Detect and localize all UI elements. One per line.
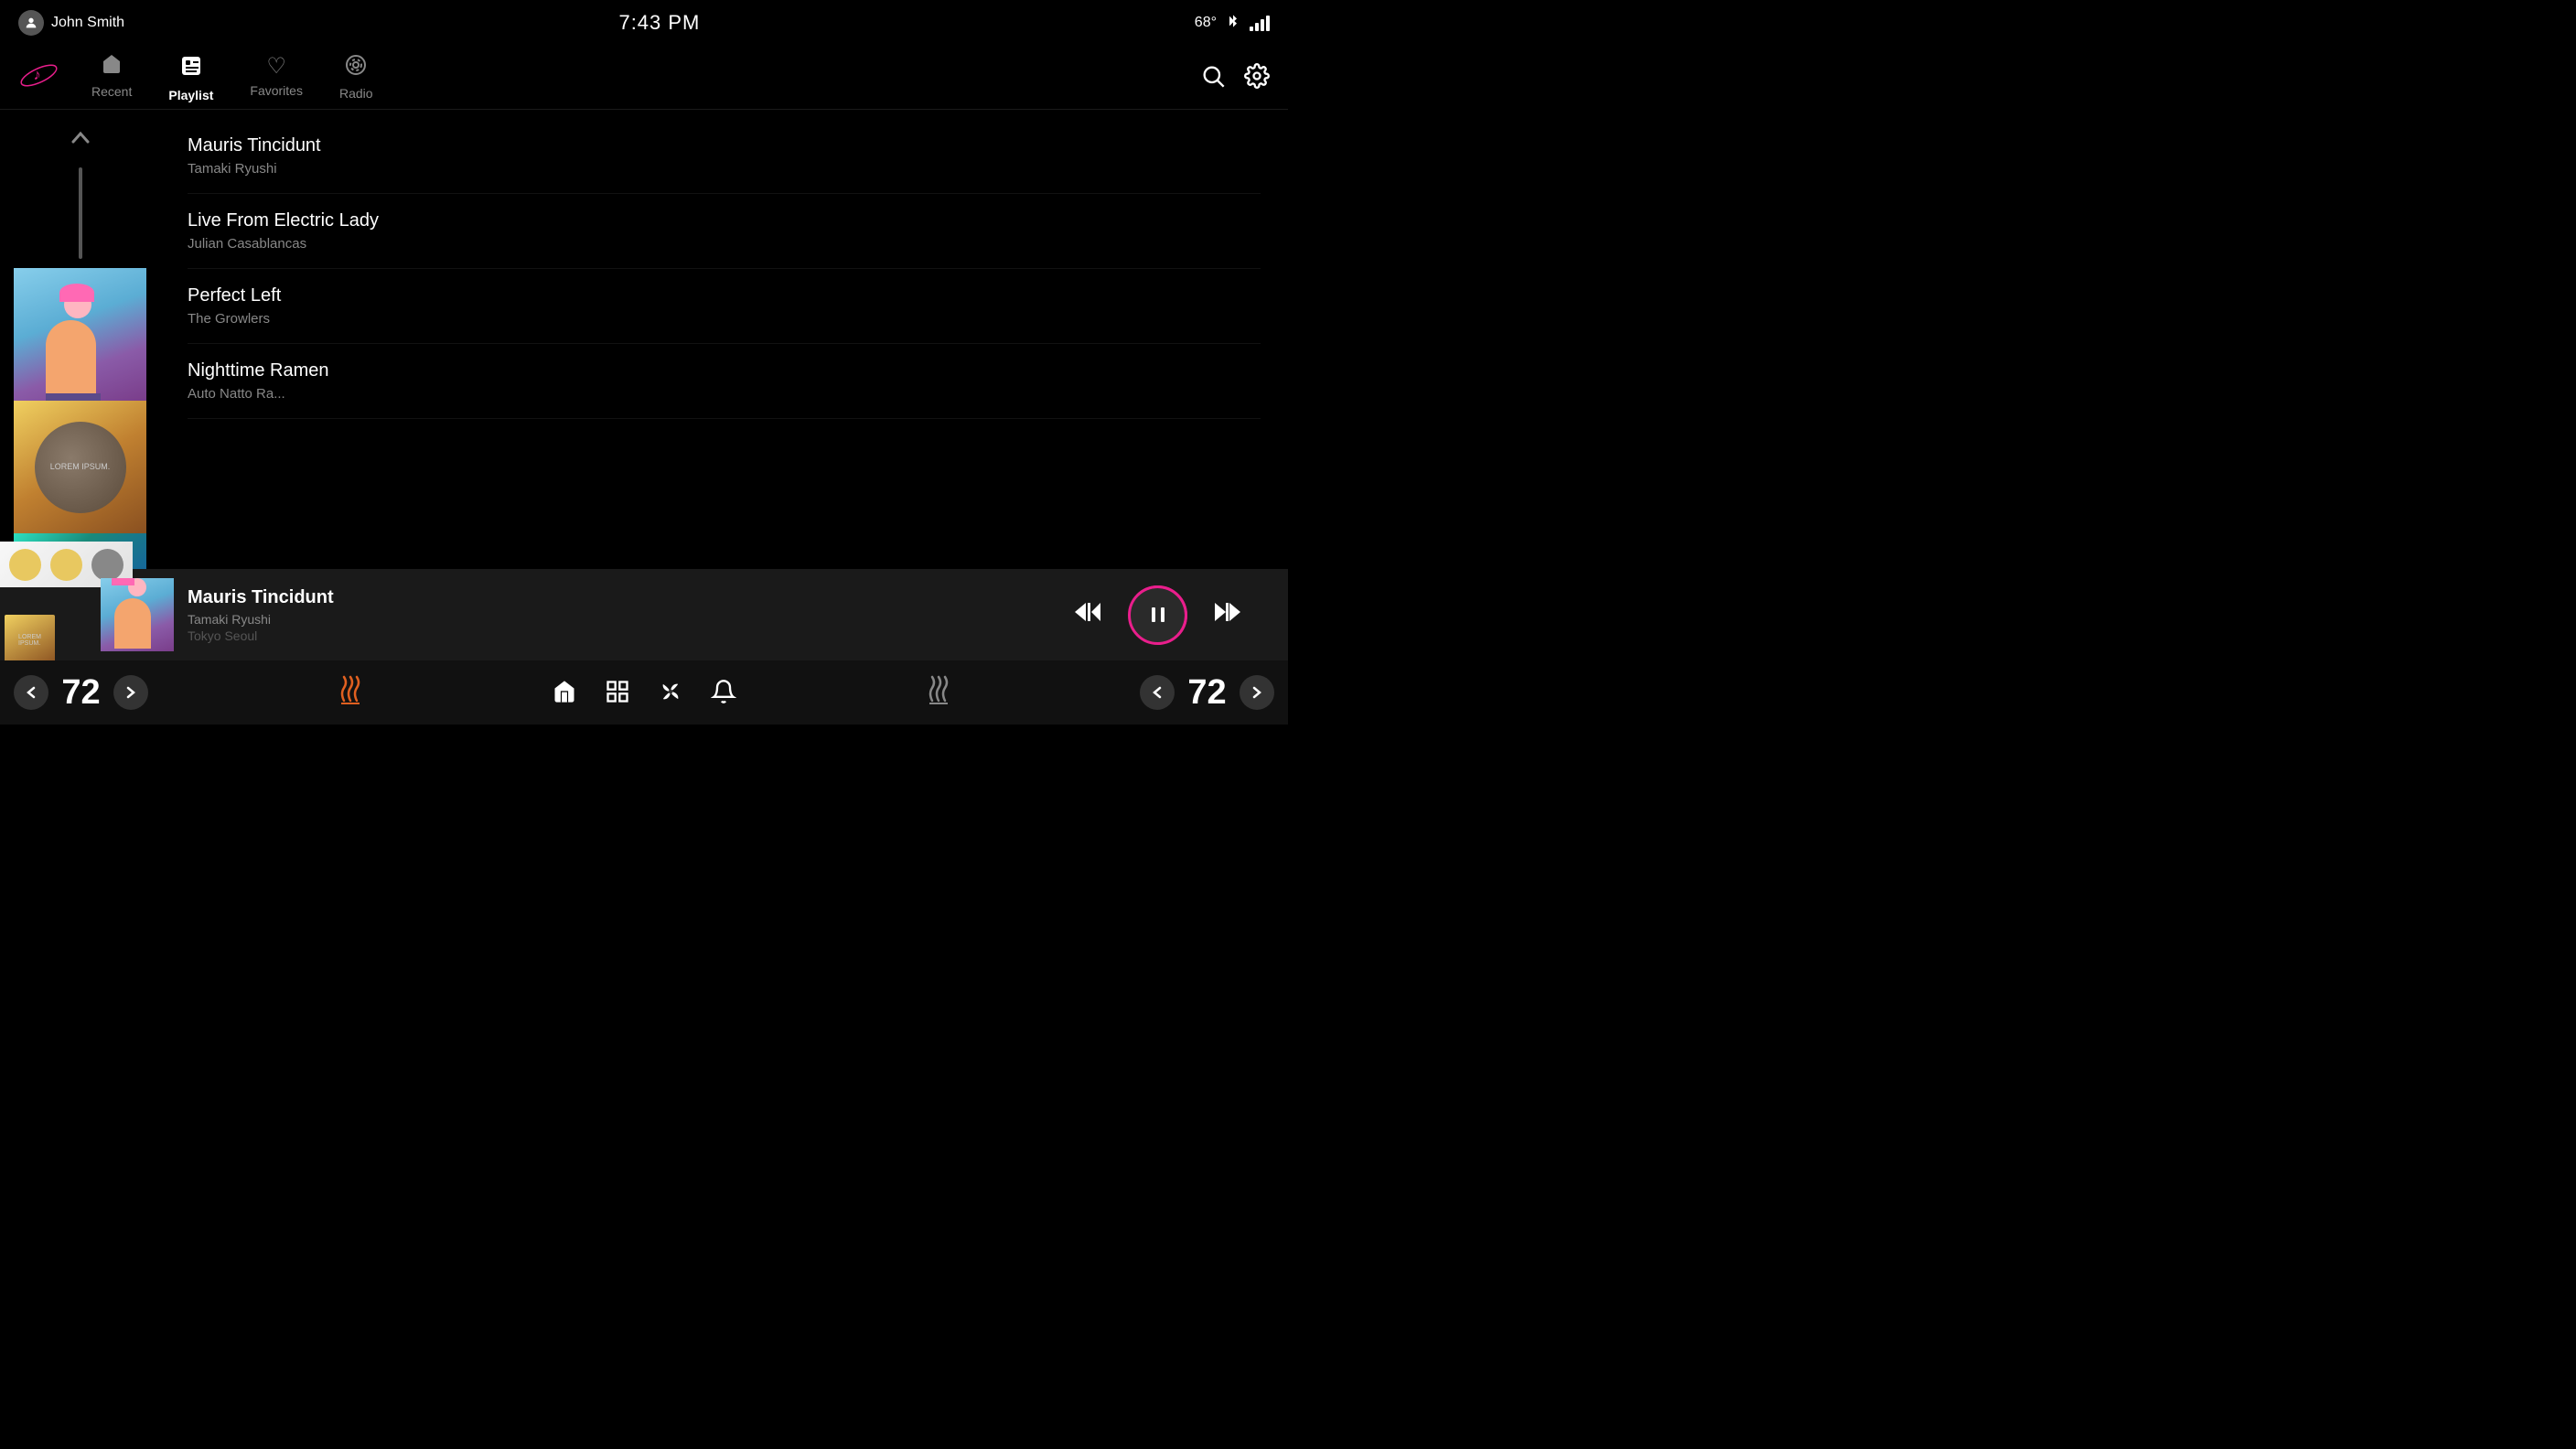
song-artist-3: The Growlers	[188, 311, 1261, 327]
scroll-bar	[79, 167, 82, 259]
now-playing-bar: LOREMIPSUM. Mauris Tincidunt Tamaki Ryus…	[0, 569, 1288, 660]
left-next-button[interactable]	[113, 675, 148, 710]
playlist-item-1[interactable]: Mauris Tincidunt Tamaki Ryushi	[188, 119, 1261, 194]
song-title-1: Mauris Tincidunt	[188, 135, 1261, 156]
fan-button[interactable]	[658, 679, 683, 707]
favorites-icon: ♡	[266, 53, 286, 80]
tab-playlist[interactable]: Playlist	[168, 53, 213, 102]
left-heat-icon[interactable]	[337, 673, 364, 712]
play-pause-button[interactable]	[1128, 585, 1187, 645]
grid-button[interactable]	[605, 679, 630, 707]
favorites-label: Favorites	[250, 83, 303, 98]
tab-radio[interactable]: Radio	[339, 53, 373, 102]
settings-button[interactable]	[1244, 63, 1270, 91]
player-controls	[1073, 585, 1242, 645]
song-title-2: Live From Electric Lady	[188, 210, 1261, 231]
nav-tabs: Recent Playlist ♡ Favorites	[91, 53, 1200, 102]
left-temperature: 72	[56, 673, 106, 713]
tab-favorites[interactable]: ♡ Favorites	[250, 53, 303, 102]
left-temp-group: 72	[14, 673, 148, 713]
system-bar: 72	[0, 660, 1288, 724]
now-playing-info: Mauris Tincidunt Tamaki Ryushi Tokyo Seo…	[188, 587, 1059, 643]
svg-text:♪: ♪	[34, 67, 41, 83]
song-artist-4: Auto Natto Ra...	[188, 386, 1261, 402]
status-time: 7:43 PM	[618, 11, 700, 35]
right-next-button[interactable]	[1240, 675, 1274, 710]
notification-button[interactable]	[711, 679, 736, 707]
right-heat-icon[interactable]	[925, 673, 952, 712]
temperature: 68°	[1195, 15, 1217, 31]
nav-actions	[1200, 63, 1270, 91]
next-button[interactable]	[1215, 599, 1242, 631]
status-left: John Smith	[18, 10, 124, 36]
recent-label: Recent	[91, 84, 132, 99]
app-logo: ♪	[18, 55, 64, 101]
right-temperature: 72	[1182, 673, 1232, 713]
album-circle-art: LOREM IPSUM.	[35, 422, 126, 513]
recent-icon	[101, 53, 123, 80]
left-prev-button[interactable]	[14, 675, 48, 710]
now-playing-artist: Tamaki Ryushi	[188, 612, 1059, 627]
playlist-item-4[interactable]: Nighttime Ramen Auto Natto Ra...	[188, 344, 1261, 419]
now-playing-extra: Tokyo Seoul	[188, 628, 1059, 643]
album-thumb-2[interactable]: LOREM IPSUM.	[14, 401, 146, 533]
tab-recent[interactable]: Recent	[91, 53, 132, 102]
song-artist-2: Julian Casablancas	[188, 236, 1261, 252]
song-title-3: Perfect Left	[188, 285, 1261, 306]
playlist-item-2[interactable]: Live From Electric Lady Julian Casablanc…	[188, 194, 1261, 269]
radio-label: Radio	[339, 86, 373, 101]
playlist-item-3[interactable]: Perfect Left The Growlers	[188, 269, 1261, 344]
right-temp-group: 72	[1140, 673, 1274, 713]
playlist-icon	[178, 53, 204, 84]
signal-icon	[1250, 15, 1270, 31]
song-artist-1: Tamaki Ryushi	[188, 161, 1261, 177]
radio-icon	[344, 53, 368, 82]
album-thumb-1[interactable]	[14, 268, 146, 401]
right-prev-button[interactable]	[1140, 675, 1175, 710]
home-button[interactable]	[552, 679, 577, 707]
status-bar: John Smith 7:43 PM 68°	[0, 0, 1288, 46]
previous-button[interactable]	[1073, 599, 1100, 631]
song-title-4: Nighttime Ramen	[188, 360, 1261, 381]
user-avatar	[18, 10, 44, 36]
center-icons	[552, 679, 736, 707]
search-button[interactable]	[1200, 63, 1226, 91]
status-right: 68°	[1195, 11, 1270, 36]
now-playing-thumbnail	[101, 578, 174, 651]
nav-bar: ♪ Recent	[0, 46, 1288, 110]
playlist-label: Playlist	[168, 88, 213, 102]
scroll-up-button[interactable]	[62, 119, 99, 158]
bluetooth-icon	[1226, 11, 1240, 36]
now-playing-title: Mauris Tincidunt	[188, 587, 1059, 608]
user-name: John Smith	[51, 15, 124, 31]
